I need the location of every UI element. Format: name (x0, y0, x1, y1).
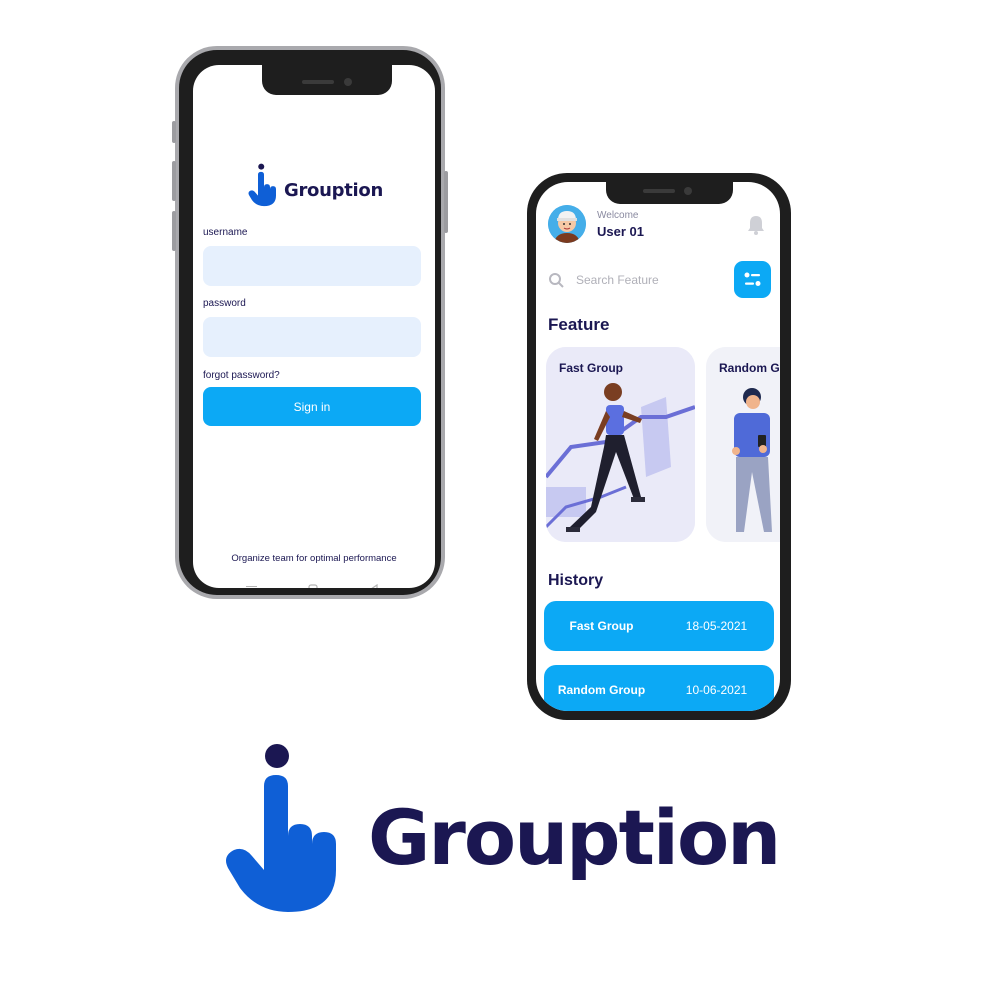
feature-card-fast-group[interactable]: Fast Group (546, 347, 695, 542)
history-item[interactable]: Fast Group 18-05-2021 (544, 601, 774, 651)
dashboard-phone-mockup: Welcome User 01 Feature (527, 173, 791, 720)
history-item-date: 10-06-2021 (685, 683, 748, 697)
sign-in-button[interactable]: Sign in (203, 387, 421, 426)
forgot-password-link[interactable]: forgot password? (203, 370, 280, 381)
history-item-date: 18-05-2021 (685, 619, 748, 633)
filter-button[interactable] (734, 261, 771, 298)
back-triangle-icon[interactable] (369, 584, 379, 588)
login-screen: Grouption username password forgot passw… (193, 65, 435, 588)
filter-sliders-icon (744, 272, 761, 286)
camera-icon (344, 78, 352, 86)
feature-card-label: Random Group (719, 361, 780, 375)
brand-wordmark: Grouption (368, 793, 781, 882)
bell-icon[interactable] (745, 214, 767, 236)
password-field[interactable] (203, 317, 421, 357)
runner-illustration (546, 347, 695, 542)
avatar[interactable] (548, 205, 586, 243)
user-name: User 01 (597, 224, 644, 239)
home-square-icon[interactable] (308, 584, 318, 588)
feature-card-random-group[interactable]: Random Group (706, 347, 780, 542)
history-heading: History (548, 572, 604, 589)
welcome-text: Welcome (597, 210, 639, 221)
menu-icon[interactable] (246, 585, 257, 588)
user-avatar-icon (548, 205, 586, 243)
search-input[interactable] (574, 268, 728, 292)
phone-notch (262, 65, 392, 95)
phone-bezel: Grouption username password forgot passw… (179, 50, 441, 595)
power-button (444, 171, 448, 233)
search-icon[interactable] (548, 272, 564, 288)
dashboard-screen: Welcome User 01 Feature (536, 182, 780, 711)
feature-card-label: Fast Group (559, 361, 624, 375)
speaker-grille (643, 189, 675, 193)
speaker-grille (302, 80, 334, 84)
pointing-hand-logo-icon (248, 163, 276, 207)
feature-heading: Feature (548, 315, 610, 334)
history-item-name: Random Group (557, 683, 646, 697)
person-phone-illustration (706, 347, 780, 542)
login-logo: Grouption (248, 163, 383, 207)
tagline: Organize team for optimal performance (231, 553, 397, 564)
username-label: username (203, 227, 248, 238)
volume-down-button (172, 211, 176, 251)
phone-notch (606, 182, 733, 204)
username-field[interactable] (203, 246, 421, 286)
login-brand-name: Grouption (284, 180, 383, 201)
history-item-name: Fast Group (569, 619, 634, 633)
android-nav-bar (193, 582, 435, 588)
history-item[interactable]: Random Group 10-06-2021 (544, 665, 774, 711)
volume-up-button (172, 161, 176, 201)
login-phone-mockup: Grouption username password forgot passw… (172, 46, 448, 599)
camera-icon (684, 187, 692, 195)
pointing-hand-logo-icon (226, 744, 336, 912)
mute-switch (172, 121, 176, 143)
password-label: password (203, 298, 246, 309)
